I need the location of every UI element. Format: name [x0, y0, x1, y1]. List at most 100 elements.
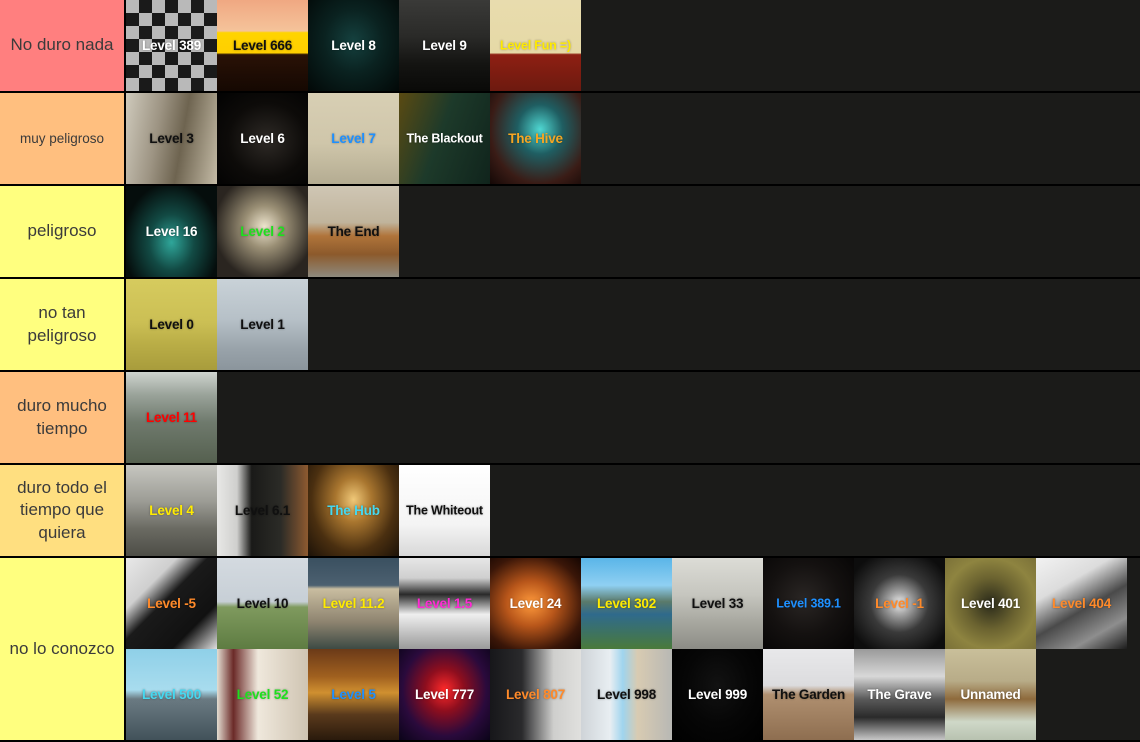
tier-row: no tan peligroso Level 0 Level 1 — [0, 279, 1140, 372]
tier-item-label: Level 33 — [691, 595, 744, 611]
tier-item-label: Level 6.1 — [234, 502, 291, 518]
tier-items-1[interactable]: Level 3 Level 6 Level 7 The Blackout The Hiv… — [126, 93, 1140, 184]
tier-label-6[interactable]: no lo conozco — [0, 558, 126, 740]
tier-item-label: The Hive — [508, 130, 563, 146]
tier-list: No duro nada Level 389 Level 666 Level 8 Lev… — [0, 0, 1140, 742]
tier-row: no lo conozco Level -5 Level 10 Level 11.2 L… — [0, 558, 1140, 742]
tier-item-label: The End — [327, 223, 380, 239]
tier-item[interactable]: Level 1.5 — [399, 558, 490, 649]
tier-item[interactable]: Level 998 — [581, 649, 672, 740]
tier-item-label: The Grave — [867, 686, 932, 702]
tier-item[interactable]: Level 4 — [126, 465, 217, 556]
tier-label-1[interactable]: muy peligroso — [0, 93, 126, 184]
tier-item-label: Level 7 — [331, 130, 376, 146]
tier-item[interactable]: The Grave — [854, 649, 945, 740]
tier-item[interactable]: Level 777 — [399, 649, 490, 740]
tiermaker-app: TierMaker No duro nadaLevel 389Level 666… — [0, 0, 1140, 742]
tier-item[interactable]: Level 1 — [217, 279, 308, 370]
tier-item[interactable]: Level 16 — [126, 186, 217, 277]
tier-item[interactable]: Level -5 — [126, 558, 217, 649]
tier-item-label: Level 2 — [240, 223, 285, 239]
tier-item-label: Level 5 — [331, 686, 376, 702]
tier-item-label: Level 24 — [509, 595, 562, 611]
tier-item[interactable]: Level 52 — [217, 649, 308, 740]
tier-item-label: Level -1 — [875, 595, 924, 611]
tier-item-label: Level 404 — [1052, 595, 1111, 611]
tier-items-5[interactable]: Level 4 Level 6.1 The Hub The Whiteout — [126, 465, 1140, 556]
tier-item-label: Level 4 — [149, 502, 194, 518]
tier-item[interactable]: Level 404 — [1036, 558, 1127, 649]
tier-item[interactable]: The Hub — [308, 465, 399, 556]
tier-item[interactable]: Level 5 — [308, 649, 399, 740]
tier-item-label: Level 998 — [597, 686, 656, 702]
tier-item[interactable]: Level 11.2 — [308, 558, 399, 649]
tier-item-label: Level 6 — [240, 130, 285, 146]
tier-item-label: Level 389.1 — [776, 595, 841, 610]
tier-label-5[interactable]: duro todo el tiempo que quiera — [0, 465, 126, 556]
tier-item-label: The Blackout — [406, 130, 483, 145]
tier-item-label: Level 807 — [506, 686, 565, 702]
tier-item[interactable]: Level 8 — [308, 0, 399, 91]
tier-item[interactable]: Level 6.1 — [217, 465, 308, 556]
tier-item[interactable]: Level 2 — [217, 186, 308, 277]
tier-items-6[interactable]: Level -5 Level 10 Level 11.2 Level 1.5 Level… — [126, 558, 1140, 740]
tier-item-label: Level 666 — [233, 37, 292, 53]
tier-item[interactable]: Level 389.1 — [763, 558, 854, 649]
tier-label-2[interactable]: peligroso — [0, 186, 126, 277]
tier-item-label: Level 11 — [146, 409, 197, 425]
tier-items-4[interactable]: Level 11 — [126, 372, 1140, 463]
tier-item[interactable]: Level 7 — [308, 93, 399, 184]
tier-item-label: Level 389 — [142, 37, 201, 53]
tier-item[interactable]: Level 24 — [490, 558, 581, 649]
tier-item-label: Level 11.2 — [322, 595, 385, 611]
tier-item[interactable]: Level 999 — [672, 649, 763, 740]
tier-label-0[interactable]: No duro nada — [0, 0, 126, 91]
tier-item[interactable]: Level 500 — [126, 649, 217, 740]
tier-row: No duro nada Level 389 Level 666 Level 8 Lev… — [0, 0, 1140, 93]
tier-item[interactable]: Unnamed — [945, 649, 1036, 740]
tier-item[interactable]: Level -1 — [854, 558, 945, 649]
tier-item-label: Level 777 — [415, 686, 474, 702]
tier-item-label: The Garden — [771, 686, 845, 702]
tier-item-label: Level 1 — [240, 316, 285, 332]
tier-item[interactable]: Level 11 — [126, 372, 217, 463]
tier-item-label: Unnamed — [960, 686, 1021, 702]
tier-item[interactable]: The Whiteout — [399, 465, 490, 556]
tier-item[interactable]: Level 389 — [126, 0, 217, 91]
tier-item[interactable]: Level 3 — [126, 93, 217, 184]
tier-item-label: Level 16 — [145, 223, 198, 239]
tier-item[interactable]: Level 807 — [490, 649, 581, 740]
tier-item-label: Level 1.5 — [416, 595, 473, 611]
tier-item-label: Level -5 — [147, 595, 196, 611]
tier-label-3[interactable]: no tan peligroso — [0, 279, 126, 370]
tier-item[interactable]: Level 9 — [399, 0, 490, 91]
tier-item-label: Level 3 — [149, 130, 194, 146]
tier-items-0[interactable]: Level 389 Level 666 Level 8 Level 9 Level Fu… — [126, 0, 1140, 91]
tier-item-label: Level 302 — [597, 595, 656, 611]
tier-item[interactable]: Level 302 — [581, 558, 672, 649]
tier-item[interactable]: The End — [308, 186, 399, 277]
tier-item[interactable]: Level 33 — [672, 558, 763, 649]
tier-item-label: Level 9 — [422, 37, 467, 53]
tier-label-4[interactable]: duro mucho tiempo — [0, 372, 126, 463]
tier-items-3[interactable]: Level 0 Level 1 — [126, 279, 1140, 370]
tier-item[interactable]: Level Fun =) — [490, 0, 581, 91]
tier-row: muy peligroso Level 3 Level 6 Level 7 The Bl… — [0, 93, 1140, 186]
tier-item-label: Level 52 — [236, 686, 289, 702]
tier-item-label: Level 999 — [688, 686, 747, 702]
tier-item-label: Level 0 — [149, 316, 194, 332]
tier-item[interactable]: Level 666 — [217, 0, 308, 91]
tier-row: peligroso Level 16 Level 2 The End — [0, 186, 1140, 279]
tier-item-label: Level 8 — [331, 37, 376, 53]
tier-item[interactable]: The Blackout — [399, 93, 490, 184]
tier-items-2[interactable]: Level 16 Level 2 The End — [126, 186, 1140, 277]
tier-item[interactable]: Level 10 — [217, 558, 308, 649]
tier-item[interactable]: The Hive — [490, 93, 581, 184]
tier-item[interactable]: Level 401 — [945, 558, 1036, 649]
tier-item[interactable]: The Garden — [763, 649, 854, 740]
tier-item-label: Level 10 — [236, 595, 289, 611]
tier-item-label: The Whiteout — [406, 502, 483, 517]
tier-item-label: The Hub — [327, 502, 380, 518]
tier-item[interactable]: Level 0 — [126, 279, 217, 370]
tier-item[interactable]: Level 6 — [217, 93, 308, 184]
